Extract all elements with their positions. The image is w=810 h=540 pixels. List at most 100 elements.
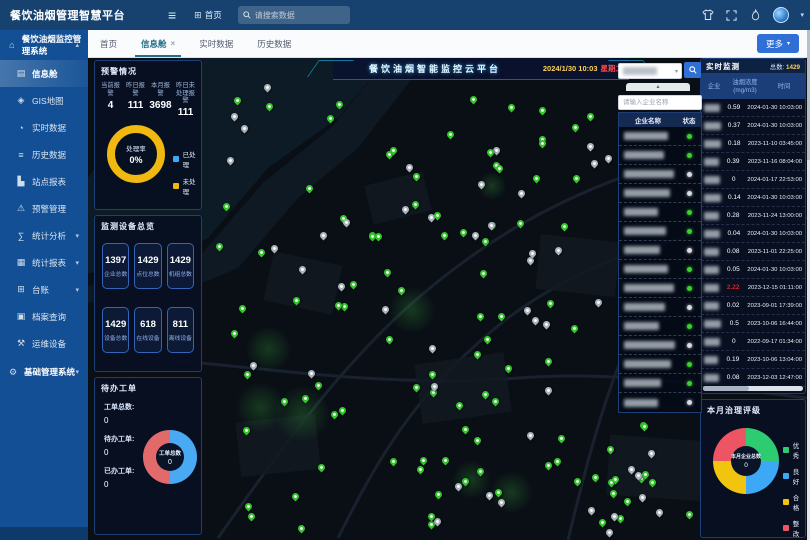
sidebar-item-alert[interactable]: ⚠预警管理 [0,195,88,222]
sidebar-item-clock[interactable]: ◔实时数据 [0,114,88,141]
realtime-row[interactable]: 0.372024-01-30 10:03:00 [701,117,805,135]
company-row[interactable] [619,127,701,146]
global-search[interactable] [238,6,350,24]
realtime-row[interactable]: 2.222023-12-15 01:11:00 [701,279,805,297]
realtime-monitor-panel: 实时监测 总数: 1429 企业 油烟浓度(mg/m3) 时间 0.592024… [700,58,806,394]
reading-time: 2022-09-17 01:34:00 [747,339,805,345]
status-dot [687,267,692,272]
reading-time: 2023-11-01 22:25:00 [748,249,805,255]
company-name-redacted [704,104,720,112]
tab-1[interactable]: 首页 [88,30,129,57]
concentration-value: 0.05 [719,266,747,273]
realtime-row[interactable]: 02024-01-17 22:53:00 [701,171,805,189]
sidebar-item-report[interactable]: ▙站点报表 [0,168,88,195]
user-menu-chevron-down-icon[interactable]: ▾ [800,11,804,19]
company-row[interactable] [619,260,701,279]
realtime-row[interactable]: 0.052024-01-30 10:03:00 [701,261,805,279]
status-dot [687,343,692,348]
realtime-row[interactable]: 0.142024-01-30 10:03:00 [701,189,805,207]
user-avatar[interactable] [773,7,789,23]
hamburger-menu-icon[interactable]: ≡ [168,7,176,23]
company-row[interactable] [619,393,701,412]
sidebar-item-table[interactable]: ▦统计报表▾ [0,249,88,276]
company-row[interactable] [619,336,701,355]
status-dot [687,172,692,177]
company-row[interactable] [619,298,701,317]
realtime-hscrollbar[interactable] [703,386,803,391]
flame-notice-icon[interactable] [749,9,762,22]
company-search-column: ▾ ▴ 企业名称 状态 [618,62,702,413]
device-stat-value: 1429 [170,255,191,266]
company-row[interactable] [619,317,701,336]
tab-4[interactable]: 历史数据 [245,30,303,57]
sidebar-item-analysis[interactable]: ∑统计分析▾ [0,222,88,249]
sidebar-footer [0,527,88,540]
more-button[interactable]: 更多▾ [757,34,799,53]
realtime-row[interactable]: 0.182023-11-10 03:45:00 [701,135,805,153]
scrollbar-thumb[interactable] [703,386,749,391]
realtime-row[interactable]: 0.082023-12-03 12:47:00 [701,369,805,387]
concentration-value: 0.39 [719,158,748,165]
device-stat-label: 离线设备 [169,333,192,342]
sidebar-item-device[interactable]: ⚒运维设备 [0,330,88,357]
realtime-row[interactable]: 0.022023-09-01 17:39:00 [701,297,805,315]
company-row[interactable] [619,203,701,222]
concentration-value: 0.28 [719,212,748,219]
search-icon [689,66,697,74]
legend-swatch [173,156,179,162]
device-stat-label: 设备总数 [104,333,127,342]
global-search-input[interactable] [255,11,341,20]
tab-3[interactable]: 实时数据 [187,30,245,57]
reading-time: 2024-01-30 10:03:00 [747,105,805,111]
sidebar-item-history[interactable]: ≡历史数据 [0,141,88,168]
close-icon[interactable]: × [171,39,176,48]
sidebar-item-label: 预警管理 [32,203,66,215]
realtime-row[interactable]: 0.082023-11-01 22:25:00 [701,243,805,261]
collapse-list-button[interactable]: ▴ [626,83,690,91]
status-dot [687,153,692,158]
company-row[interactable] [619,184,701,203]
company-name-redacted [624,208,658,216]
breadcrumb[interactable]: ⊞ 首页 [194,9,222,21]
company-row[interactable] [619,146,701,165]
tab-2[interactable]: 信息舱× [129,30,187,57]
realtime-row[interactable]: 0.392023-11-16 08:04:00 [701,153,805,171]
sidebar-item-label: GIS地图 [32,95,64,107]
company-row[interactable] [619,241,701,260]
company-search-button[interactable] [684,62,701,78]
company-row[interactable] [619,279,701,298]
sidebar-item-ledger[interactable]: ⊞台账▾ [0,276,88,303]
workorder-stat-value: 0 [104,480,134,489]
sidebar-item-dashboard[interactable]: ▤信息舱 [0,60,88,87]
topbar-actions: ▾ [701,0,804,30]
sidebar-item-map[interactable]: ◈GIS地图 [0,87,88,114]
realtime-row[interactable]: 0.192023-10-06 13:04:00 [701,351,805,369]
alarm-stat-value: 4 [98,100,123,111]
sidebar-item-label: 台账 [32,284,49,296]
company-region-select[interactable]: ▾ [618,63,682,79]
rating-panel: 本月治理评级 本月企业总数 0 优秀良好合格整改 [700,399,806,538]
company-row[interactable] [619,165,701,184]
realtime-row[interactable]: 0.282023-11-24 13:00:00 [701,207,805,225]
realtime-row[interactable]: 0.042024-01-30 10:03:00 [701,225,805,243]
theme-shirt-icon[interactable] [701,9,714,22]
fullscreen-icon[interactable] [725,9,738,22]
status-dot [687,191,692,196]
breadcrumb-home[interactable]: 首页 [205,9,222,21]
concentration-value: 0.08 [719,374,747,381]
company-row[interactable] [619,355,701,374]
realtime-row[interactable]: 02022-09-17 01:34:00 [701,333,805,351]
reading-time: 2023-12-15 01:11:00 [748,285,805,291]
company-row[interactable] [619,374,701,393]
company-row[interactable] [619,222,701,241]
sidebar-item-home[interactable]: ⌂餐饮油烟监控管理系统▴ [0,30,88,60]
sidebar-item-label: 统计分析 [32,230,66,242]
app-title: 餐饮油烟管理智慧平台 [10,7,160,23]
sidebar-item-system[interactable]: ⚙基础管理系统▾ [0,357,88,387]
realtime-row[interactable]: 0.52023-10-06 16:44:00 [701,315,805,333]
company-name-input[interactable] [618,95,702,110]
sidebar-item-archive[interactable]: ▣档案查询 [0,303,88,330]
realtime-row[interactable]: 0.592024-01-30 10:03:00 [701,99,805,117]
device-icon: ⚒ [16,338,26,349]
concentration-value: 2.22 [719,284,748,291]
